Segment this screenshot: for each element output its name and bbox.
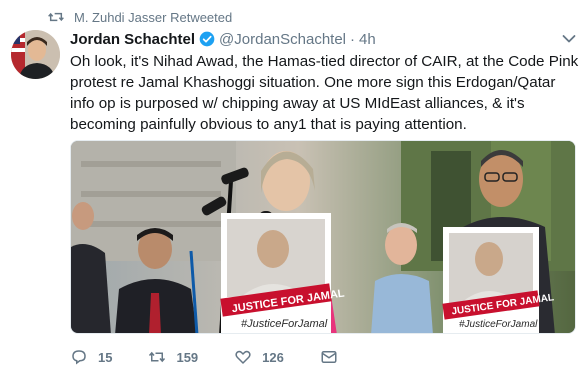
direct-message-button[interactable] — [320, 348, 348, 366]
reply-icon — [72, 350, 86, 365]
tweet-text: Oh look, it's Nihad Awad, the Hamas-tied… — [70, 53, 579, 133]
tweet-actions: 15 159 126 — [70, 346, 348, 368]
protest-sign-right: JUSTICE FOR JAMAL #JusticeForJamal — [442, 227, 555, 333]
verified-badge-icon — [199, 31, 215, 47]
like-button[interactable]: 126 — [234, 348, 284, 366]
avatar-image — [11, 30, 60, 79]
retweet-icon — [149, 351, 166, 363]
like-count: 126 — [262, 349, 284, 365]
avatar[interactable] — [11, 30, 60, 79]
retweet-button[interactable]: 159 — [148, 348, 198, 366]
tweet-photo[interactable]: JUSTICE FOR JAMAL #JusticeForJamal JUSTI… — [70, 140, 576, 334]
retweet-small-icon — [48, 12, 64, 22]
reply-button[interactable]: 15 — [70, 348, 112, 366]
timestamp[interactable]: 4h — [359, 31, 376, 48]
protest-photo: JUSTICE FOR JAMAL #JusticeForJamal JUSTI… — [71, 141, 575, 333]
envelope-icon — [321, 351, 337, 363]
handle[interactable]: @JordanSchachtel — [219, 31, 346, 48]
sign-right-hashtag: #JusticeForJamal — [459, 319, 538, 330]
retweet-context[interactable]: M. Zuhdi Jasser Retweeted — [48, 9, 232, 25]
sign-left-hashtag: #JusticeForJamal — [241, 318, 328, 330]
separator-dot: · — [350, 30, 356, 48]
display-name[interactable]: Jordan Schachtel — [70, 31, 195, 48]
tweet-header: Jordan Schachtel @JordanSchachtel · 4h — [70, 30, 576, 48]
chevron-down-icon[interactable] — [562, 34, 576, 44]
heart-icon — [235, 350, 251, 364]
retweet-label: M. Zuhdi Jasser Retweeted — [74, 9, 233, 25]
protest-sign-left: JUSTICE FOR JAMAL #JusticeForJamal — [220, 213, 346, 333]
retweet-count: 159 — [176, 349, 199, 365]
reply-count: 15 — [98, 349, 113, 365]
